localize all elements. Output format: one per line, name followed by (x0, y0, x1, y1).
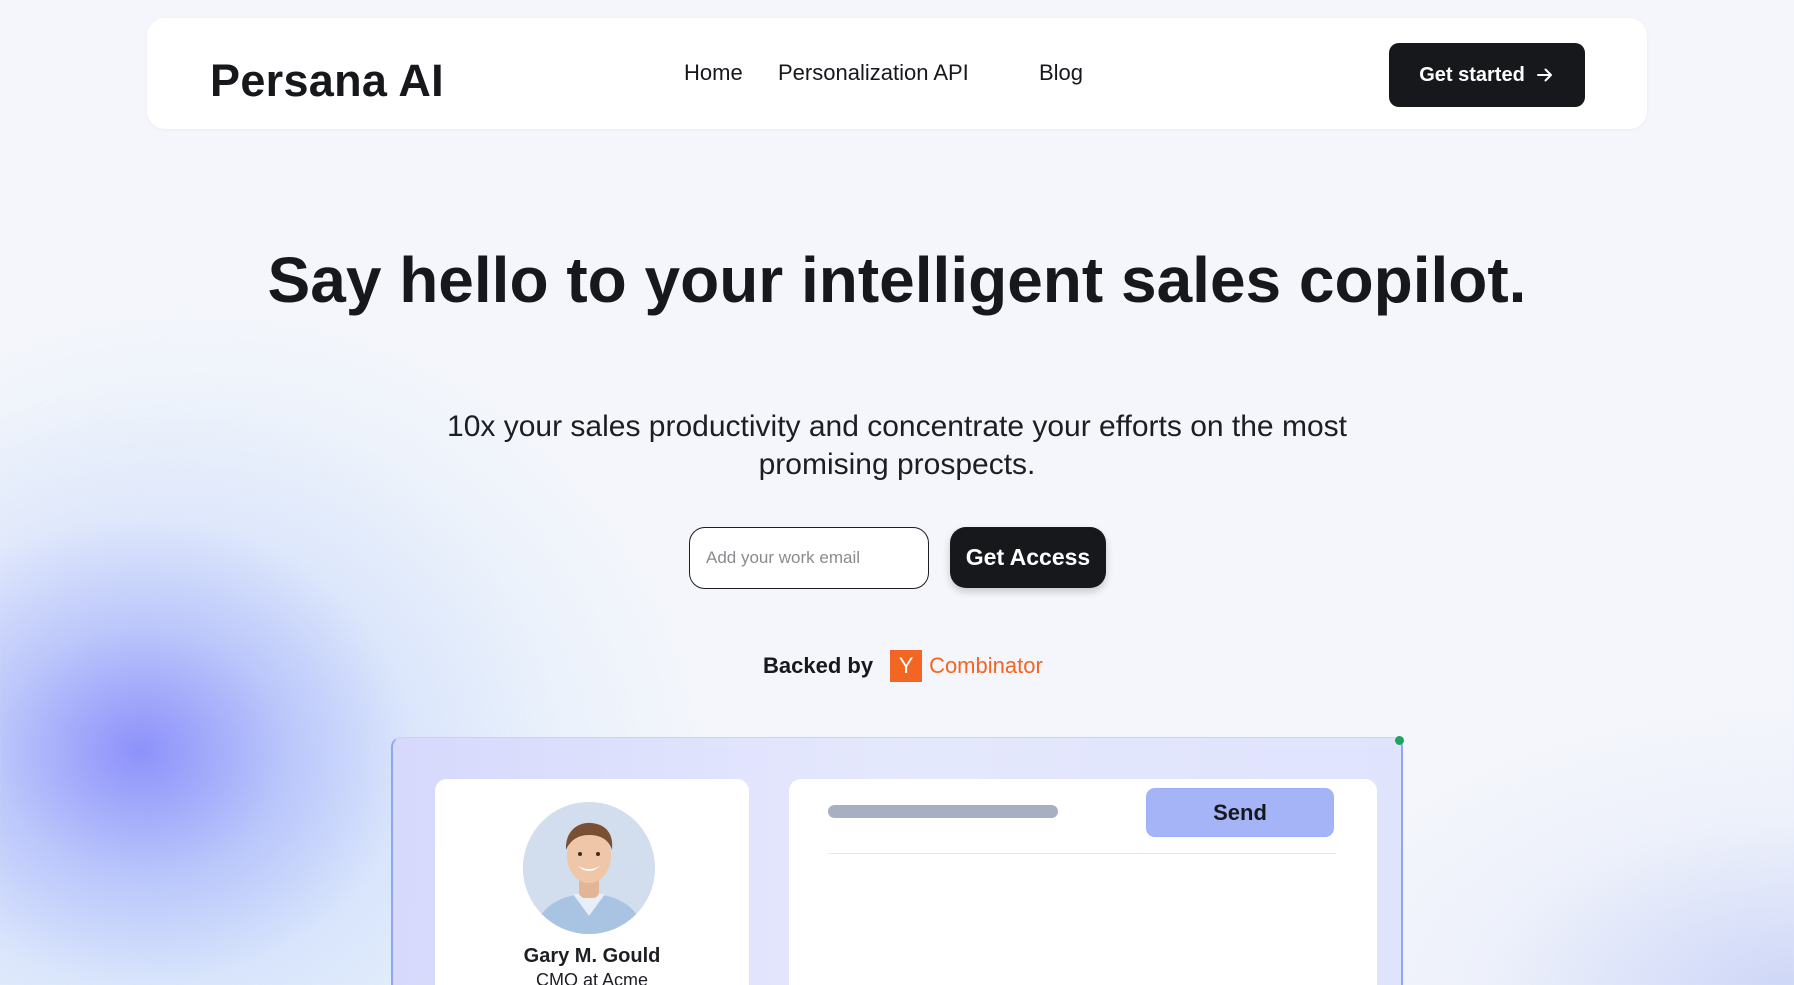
nav-link-blog[interactable]: Blog (1039, 60, 1083, 86)
message-card: Send (789, 779, 1377, 985)
work-email-input[interactable] (689, 527, 929, 589)
product-preview-panel: Gary M. Gould CMO at Acme Send (391, 736, 1404, 985)
backed-by-label: Backed by (763, 653, 874, 678)
status-dot (1395, 736, 1404, 745)
get-started-label: Get started (1419, 63, 1525, 86)
avatar (523, 802, 655, 934)
person-photo-icon (523, 802, 655, 934)
profile-role: CMO at Acme (535, 970, 649, 985)
nav-link-personalization-api[interactable]: Personalization API (778, 60, 969, 86)
get-started-button[interactable]: Get started (1389, 43, 1585, 107)
y-combinator-name: Combinator (929, 653, 1043, 678)
backed-by-row: Backed by Y Combinator (763, 650, 1043, 682)
brand-logo[interactable]: Persana AI (210, 58, 444, 103)
send-button[interactable]: Send (1146, 788, 1334, 837)
profile-card: Gary M. Gould CMO at Acme (435, 779, 749, 985)
y-combinator-logo-icon: Y (890, 650, 923, 682)
nav-link-home[interactable]: Home (684, 60, 743, 86)
subject-placeholder-bar (828, 805, 1058, 818)
message-divider (828, 853, 1336, 854)
hero-subtitle: 10x your sales productivity and concentr… (447, 410, 1347, 481)
navbar: Persana AI Home Personalization API Blog… (147, 18, 1647, 129)
get-access-button[interactable]: Get Access (950, 527, 1106, 588)
arrow-right-icon (1536, 68, 1552, 82)
hero-title: Say hello to your intelligent sales copi… (267, 244, 1527, 316)
profile-name: Gary M. Gould (523, 945, 661, 967)
